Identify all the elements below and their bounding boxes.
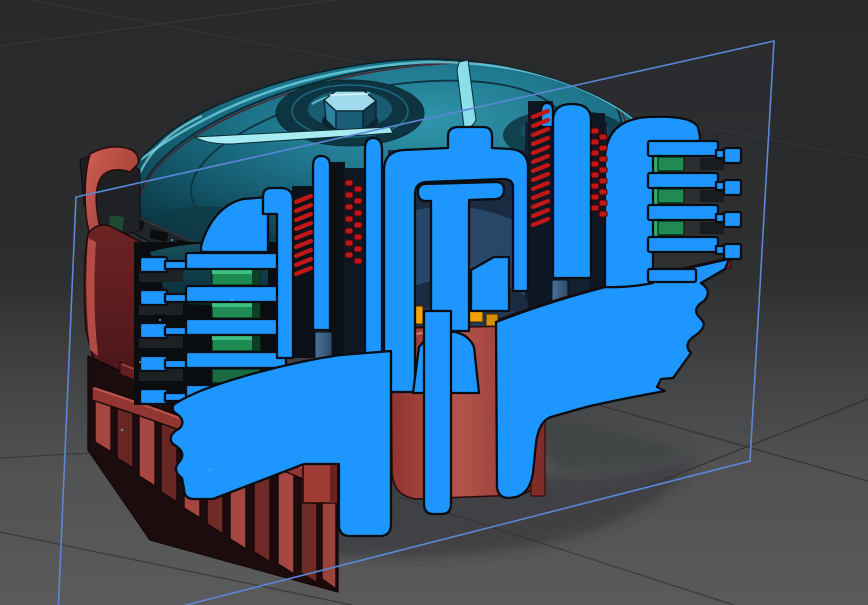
hub-center-stripe	[422, 309, 453, 516]
hex-bolt[interactable]	[323, 90, 377, 133]
spring-tower-right	[551, 102, 593, 280]
spring-post-left	[311, 154, 332, 332]
viewport-canvas[interactable]	[0, 0, 868, 605]
